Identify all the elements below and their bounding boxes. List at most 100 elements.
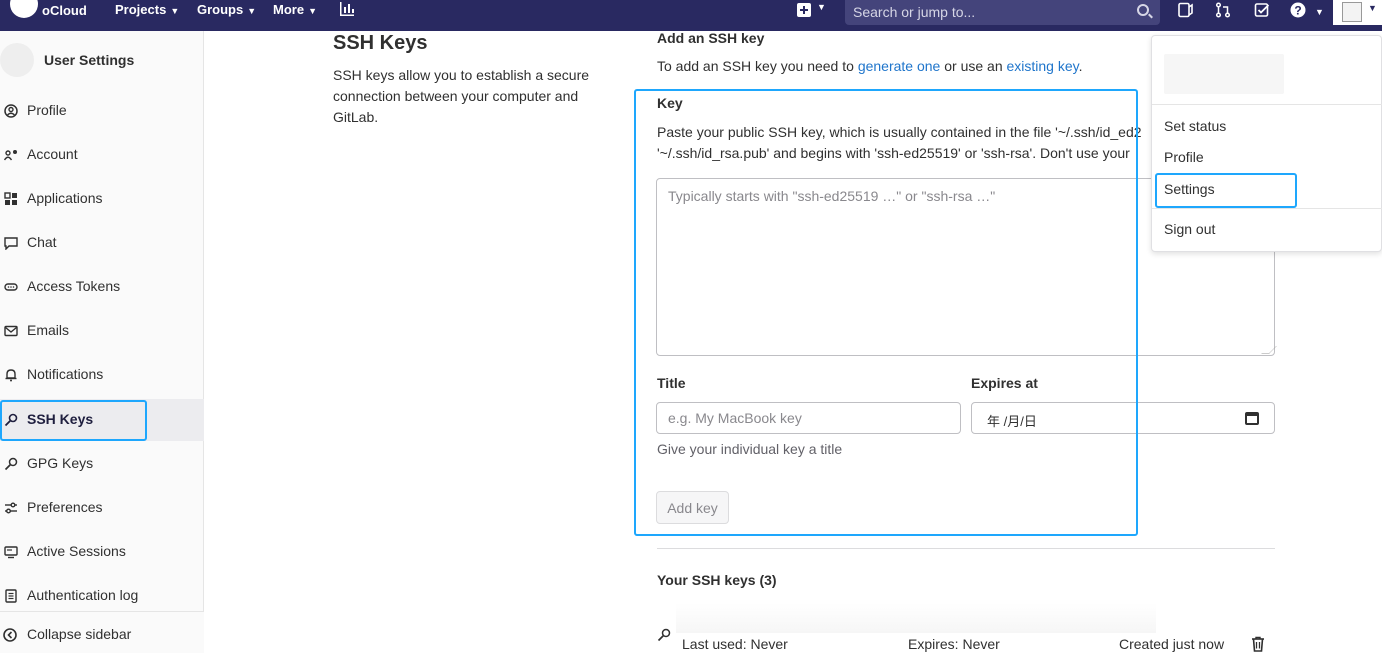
groups-menu-label: Groups	[197, 2, 244, 17]
key-label: Key	[657, 95, 683, 111]
avatar	[0, 43, 34, 77]
add-desc-text: To add an SSH key you need to	[657, 58, 858, 74]
sidebar-item-gpg-keys[interactable]: GPG Keys	[0, 443, 204, 485]
menu-item-sign-out[interactable]: Sign out	[1164, 221, 1215, 237]
divider	[1152, 104, 1382, 105]
your-ssh-keys-heading: Your SSH keys (3)	[657, 572, 777, 588]
profile-icon	[4, 104, 18, 118]
trash-icon[interactable]	[1251, 636, 1265, 652]
search-icon[interactable]	[1137, 4, 1149, 16]
key-created: Created just now	[1119, 636, 1225, 652]
svg-text:?: ?	[1294, 4, 1301, 18]
sidebar-item-active-sessions[interactable]: Active Sessions	[0, 531, 204, 573]
sidebar-item-profile[interactable]: Profile	[0, 90, 204, 132]
chevron-down-icon: ▼	[170, 6, 180, 16]
title-input[interactable]	[656, 402, 961, 434]
expires-at-date-input[interactable]: 年 /月/日	[971, 402, 1275, 434]
projects-menu[interactable]: Projects ▼	[115, 2, 179, 17]
brand-name[interactable]: oCloud	[42, 3, 87, 18]
chevron-down-icon: ▼	[308, 6, 317, 16]
sidebar-item-label: Authentication log	[27, 587, 139, 603]
sidebar-title[interactable]: User Settings	[44, 52, 134, 68]
calendar-icon[interactable]	[1245, 412, 1259, 425]
title-help-text: Give your individual key a title	[657, 441, 843, 457]
sidebar-item-label: Access Tokens	[27, 278, 121, 294]
preferences-icon	[5, 502, 17, 514]
sidebar-item-label: SSH Keys	[27, 411, 94, 427]
key-icon	[4, 413, 18, 427]
user-dropdown-menu: Set status Profile Settings Sign out	[1151, 35, 1382, 252]
sidebar-item-ssh-keys[interactable]: SSH Keys	[0, 399, 204, 441]
add-desc-text: .	[1078, 58, 1083, 74]
redacted-key-title	[676, 603, 1156, 633]
mail-icon	[4, 325, 18, 337]
top-navbar: oCloud Projects▼ Groups▼ More▼ ▼ ?	[0, 0, 1382, 31]
chat-icon	[4, 237, 18, 250]
todo-icon[interactable]	[1254, 2, 1270, 18]
avatar	[1342, 2, 1362, 22]
title-label: Title	[657, 375, 686, 391]
groups-menu[interactable]: Groups ▼	[197, 2, 256, 17]
key-expires: Expires: Never	[908, 636, 1000, 652]
merge-request-icon[interactable]	[1215, 2, 1231, 18]
add-key-button[interactable]: Add key	[656, 491, 729, 524]
activity-chart-icon[interactable]	[339, 1, 355, 17]
collapse-sidebar-button[interactable]: Collapse sidebar	[0, 611, 204, 653]
projects-menu-label: Projects	[115, 2, 167, 17]
help-icon[interactable]: ?	[1290, 2, 1306, 18]
redacted-user-info	[1164, 54, 1284, 94]
more-menu[interactable]: More ▼	[273, 2, 317, 17]
chevron-down-icon[interactable]: ▼	[1311, 3, 1324, 18]
account-icon	[4, 150, 17, 161]
key-help-line: '~/.ssh/id_rsa.pub' and begins with 'ssh…	[657, 145, 1130, 161]
menu-item-profile[interactable]: Profile	[1164, 149, 1204, 165]
sidebar-item-emails[interactable]: Emails	[0, 310, 204, 352]
monitor-icon	[4, 546, 18, 559]
divider	[657, 548, 1275, 549]
add-ssh-key-heading: Add an SSH key	[657, 30, 765, 46]
date-value: 年 /月/日	[987, 414, 1037, 429]
sidebar-item-account[interactable]: Account	[0, 134, 204, 176]
sidebar-item-label: Profile	[27, 102, 67, 118]
divider	[1152, 208, 1382, 209]
logo-icon[interactable]	[10, 0, 38, 18]
sidebar-item-access-tokens[interactable]: Access Tokens	[0, 266, 204, 308]
page-description: SSH keys allow you to establish a secure…	[333, 67, 590, 125]
add-desc-text: or use an	[940, 58, 1007, 74]
settings-sidebar: User Settings Profile Account Applicatio…	[0, 31, 204, 653]
collapse-icon	[3, 628, 17, 642]
issues-icon[interactable]	[1177, 2, 1193, 18]
collapse-sidebar-label: Collapse sidebar	[27, 626, 132, 642]
search-input[interactable]	[853, 3, 1123, 21]
search-box	[845, 0, 1160, 25]
sidebar-item-notifications[interactable]: Notifications	[0, 354, 204, 396]
sidebar-item-label: Account	[27, 146, 78, 162]
sidebar-item-label: Notifications	[27, 366, 104, 382]
existing-key-link[interactable]: existing key	[1007, 58, 1079, 74]
user-avatar-button[interactable]: ▼	[1333, 0, 1382, 25]
sidebar-item-chat[interactable]: Chat	[0, 222, 204, 264]
chevron-down-icon[interactable]: ▼	[817, 2, 826, 12]
add-ssh-key-description: To add an SSH key you need to generate o…	[657, 58, 1083, 74]
key-help-text: Paste your public SSH key, which is usua…	[657, 122, 1157, 164]
key-help-line: Paste your public SSH key, which is usua…	[657, 124, 1142, 140]
menu-item-settings[interactable]: Settings	[1164, 181, 1215, 197]
new-item-icon[interactable]	[797, 3, 811, 17]
sidebar-item-label: Active Sessions	[27, 543, 126, 559]
token-icon	[4, 283, 18, 291]
sidebar-item-preferences[interactable]: Preferences	[0, 487, 204, 529]
page-title: SSH Keys	[333, 32, 428, 54]
sidebar-item-label: GPG Keys	[27, 455, 94, 471]
sidebar-item-label: Emails	[27, 322, 70, 338]
sidebar-item-label: Applications	[27, 190, 103, 206]
generate-one-link[interactable]: generate one	[858, 58, 941, 74]
sidebar-item-applications[interactable]: Applications	[0, 178, 204, 220]
more-menu-label: More	[273, 2, 305, 17]
key-icon	[657, 628, 671, 642]
sidebar-item-label: Preferences	[27, 499, 103, 515]
chevron-down-icon: ▼	[1368, 3, 1377, 13]
key-last-used: Last used: Never	[682, 636, 788, 652]
menu-item-set-status[interactable]: Set status	[1164, 118, 1226, 134]
chevron-down-icon: ▼	[247, 6, 257, 16]
sidebar-item-label: Chat	[27, 234, 57, 250]
